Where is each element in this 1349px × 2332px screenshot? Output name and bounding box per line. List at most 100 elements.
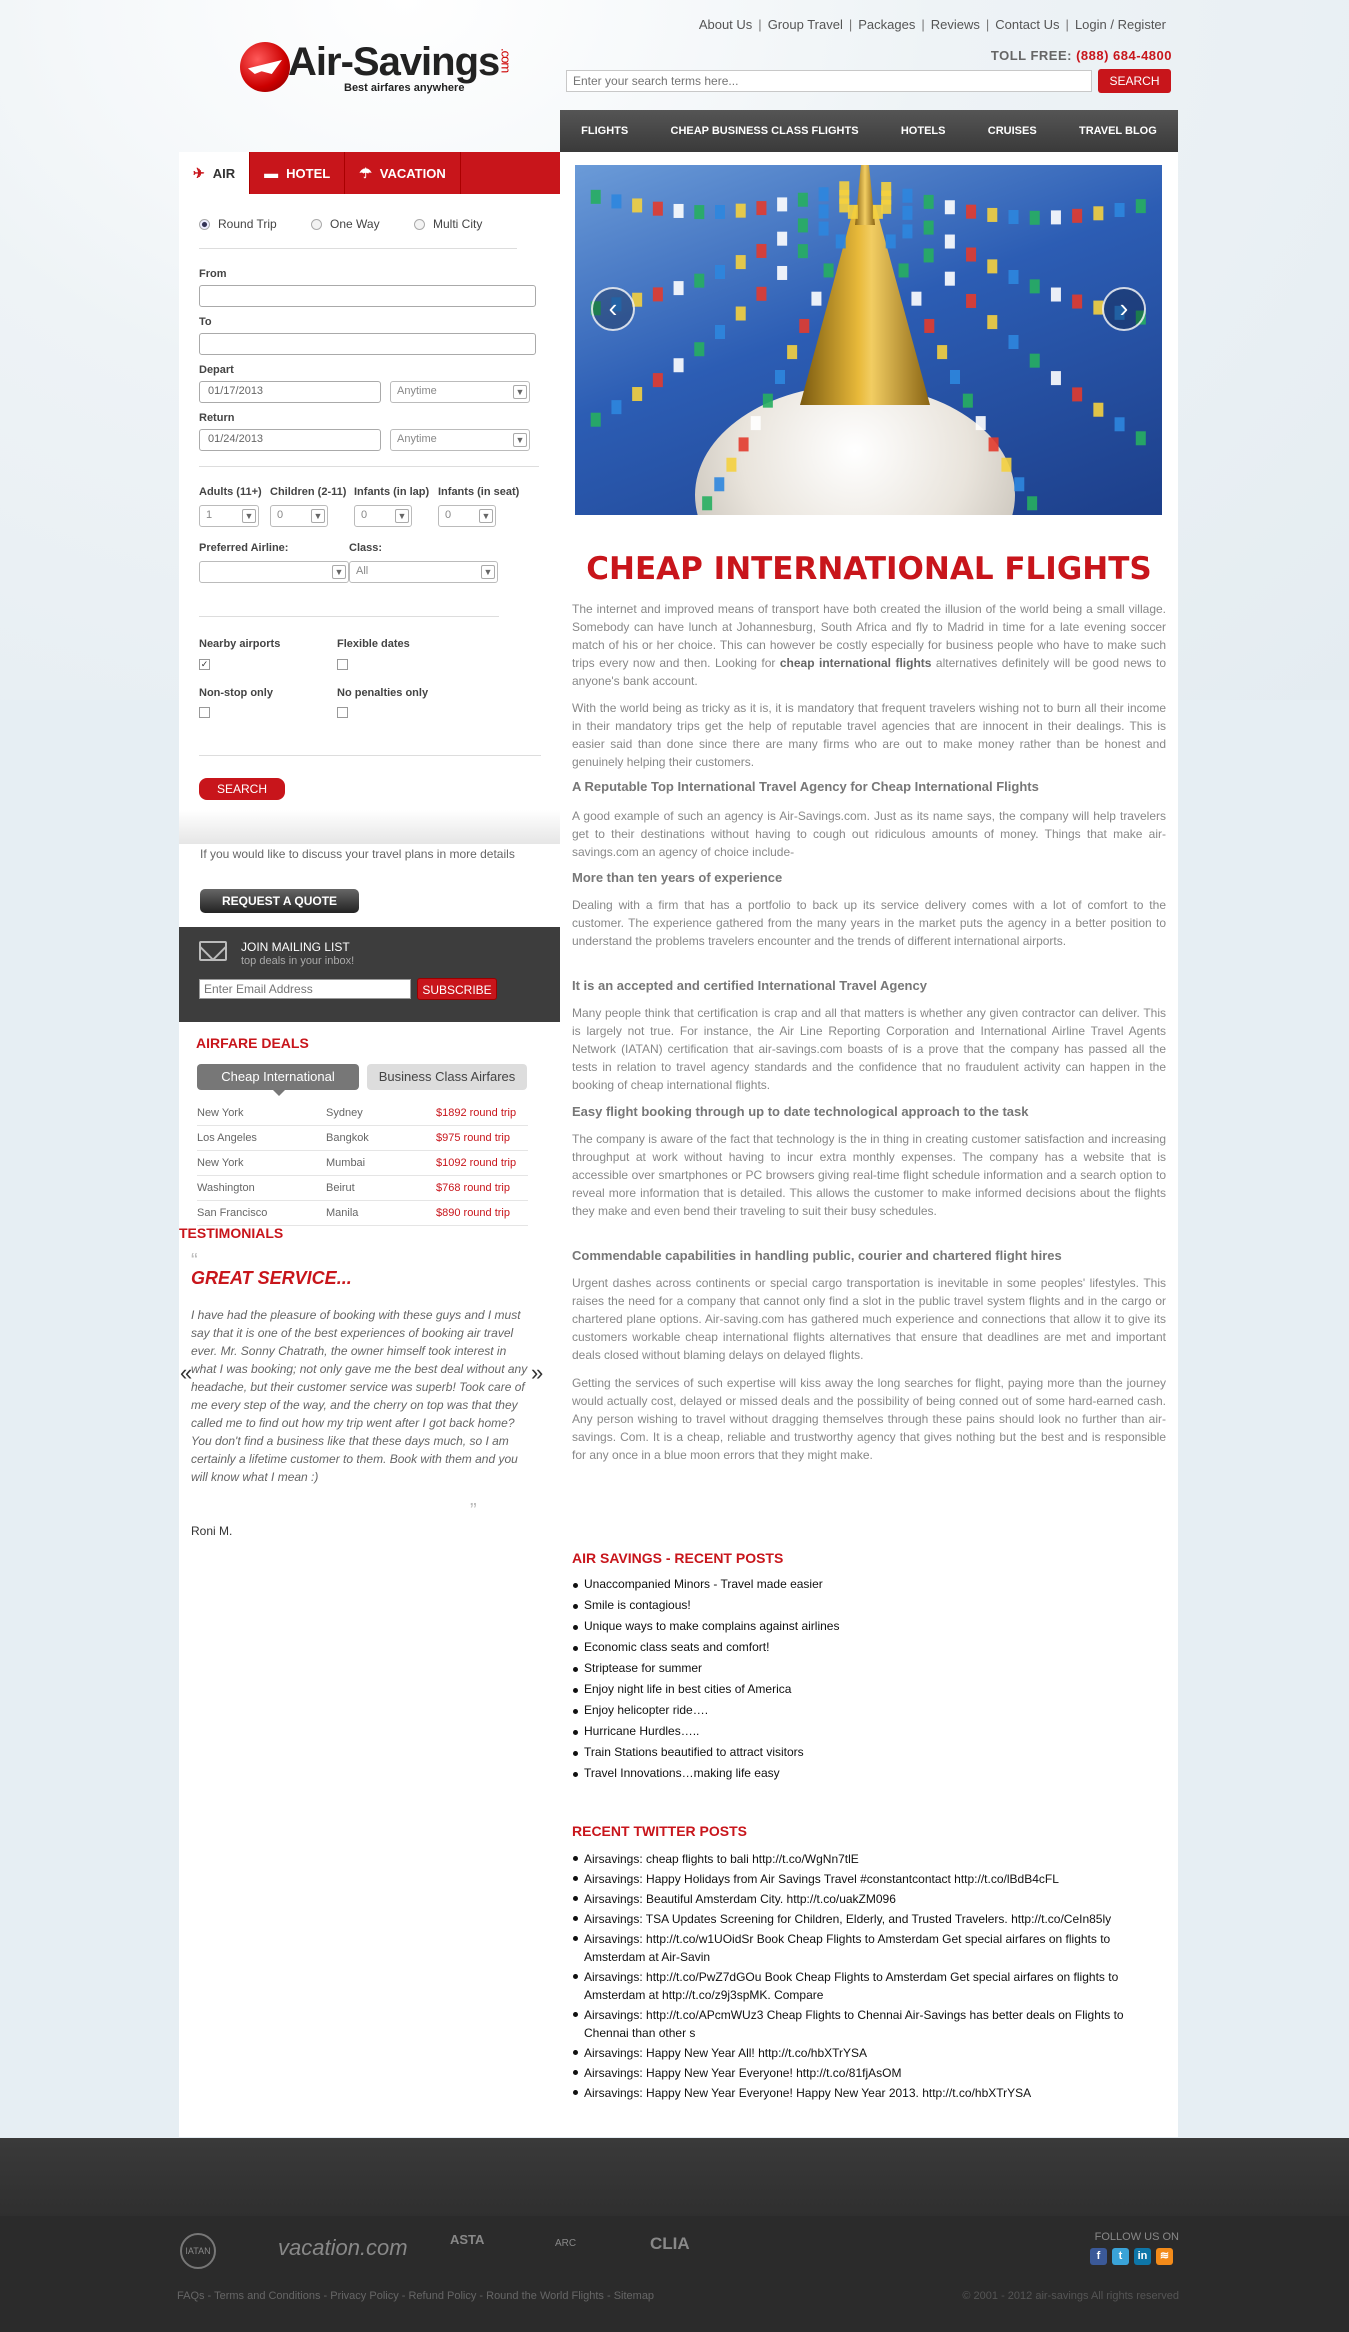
class-select[interactable]: All ▼ bbox=[349, 561, 498, 583]
post-link[interactable]: Smile is contagious! bbox=[572, 1598, 839, 1619]
nonstop-checkbox[interactable] bbox=[199, 707, 210, 718]
deal-row[interactable]: Washington Beirut $768 round trip bbox=[197, 1176, 528, 1201]
testimonial-next-icon[interactable]: » bbox=[531, 1360, 543, 1386]
article-heading: Easy flight booking through up to date t… bbox=[572, 1104, 1029, 1119]
post-link[interactable]: Train Stations beautified to attract vis… bbox=[572, 1745, 839, 1766]
tab-air[interactable]: ✈ AIR bbox=[179, 152, 251, 194]
deal-row[interactable]: New York Mumbai $1092 round trip bbox=[197, 1151, 528, 1176]
one-way-radio[interactable]: One Way bbox=[311, 217, 380, 231]
plane-icon: ✈ bbox=[193, 164, 205, 181]
return-date-field[interactable]: 01/24/2013 bbox=[199, 429, 381, 451]
logo-name: Air-Savings bbox=[288, 40, 500, 84]
article-heading: More than ten years of experience bbox=[572, 870, 783, 885]
chevron-down-icon: ▼ bbox=[481, 565, 495, 579]
multi-city-radio[interactable]: Multi City bbox=[414, 217, 482, 231]
nav-hotels[interactable]: HOTELS bbox=[901, 125, 946, 137]
adults-select[interactable]: 1 ▼ bbox=[199, 505, 259, 527]
tab-cheap-international[interactable]: Cheap International bbox=[197, 1064, 359, 1096]
adults-label: Adults (11+) bbox=[199, 486, 262, 498]
about-us-link[interactable]: About Us bbox=[699, 17, 752, 32]
flexible-checkbox[interactable] bbox=[337, 659, 348, 670]
mailing-title: JOIN MAILING LIST bbox=[241, 940, 350, 954]
contact-us-link[interactable]: Contact Us bbox=[995, 17, 1059, 32]
to-field[interactable] bbox=[199, 333, 536, 355]
email-input[interactable] bbox=[199, 979, 411, 999]
slide-prev-icon[interactable]: ‹ bbox=[591, 287, 635, 331]
nav-flights[interactable]: FLIGHTS bbox=[581, 125, 628, 137]
children-label: Children (2-11) bbox=[270, 486, 347, 498]
recent-posts-list: Unaccompanied Minors - Travel made easie… bbox=[572, 1577, 839, 1787]
depart-time-select[interactable]: Anytime ▼ bbox=[390, 381, 530, 403]
tweet[interactable]: Airsavings: http://t.co/PwZ7dGOu Book Ch… bbox=[573, 1968, 1154, 2004]
article-paragraph: Urgent dashes across continents or speci… bbox=[572, 1276, 1166, 1362]
infants-seat-select[interactable]: 0 ▼ bbox=[438, 505, 496, 527]
testimonials-title: TESTIMONIALS bbox=[179, 1225, 284, 1241]
logo-com: .com bbox=[498, 48, 514, 73]
from-field[interactable] bbox=[199, 285, 536, 307]
nav-business-class[interactable]: CHEAP BUSINESS CLASS FLIGHTS bbox=[671, 125, 859, 137]
divider bbox=[199, 616, 499, 617]
infants-lap-select[interactable]: 0 ▼ bbox=[354, 505, 412, 527]
nopenalty-checkbox[interactable] bbox=[337, 707, 348, 718]
footer: IATAN vacation.com ASTA ARC CLIA FOLLOW … bbox=[0, 2138, 1349, 2332]
article-paragraph: Getting the services of such expertise w… bbox=[572, 1376, 1166, 1462]
post-link[interactable]: Striptease for summer bbox=[572, 1661, 839, 1682]
post-link[interactable]: Unique ways to make complains against ai… bbox=[572, 1619, 839, 1640]
post-link[interactable]: Economic class seats and comfort! bbox=[572, 1640, 839, 1661]
copyright: © 2001 - 2012 air-savings All rights res… bbox=[962, 2290, 1179, 2302]
packages-link[interactable]: Packages bbox=[858, 17, 915, 32]
post-link[interactable]: Enjoy night life in best cities of Ameri… bbox=[572, 1682, 839, 1703]
follow-us-label: FOLLOW US ON bbox=[1094, 2231, 1179, 2243]
children-select[interactable]: 0 ▼ bbox=[270, 505, 328, 527]
tab-business-class[interactable]: Business Class Airfares bbox=[367, 1064, 527, 1090]
nav-cruises[interactable]: CRUISES bbox=[988, 125, 1037, 137]
tweet[interactable]: Airsavings: Happy New Year Everyone! htt… bbox=[573, 2064, 1154, 2082]
reviews-link[interactable]: Reviews bbox=[931, 17, 980, 32]
tweet[interactable]: Airsavings: cheap flights to bali http:/… bbox=[573, 1850, 1154, 1868]
tab-vacation[interactable]: ☂ VACATION bbox=[345, 152, 461, 194]
return-time-select[interactable]: Anytime ▼ bbox=[390, 429, 530, 451]
tweet[interactable]: Airsavings: TSA Updates Screening for Ch… bbox=[573, 1910, 1154, 1928]
deal-row[interactable]: San Francisco Manila $890 round trip bbox=[197, 1201, 528, 1226]
nav-travel-blog[interactable]: TRAVEL BLOG bbox=[1079, 125, 1157, 137]
testimonial-prev-icon[interactable]: « bbox=[180, 1360, 192, 1386]
nearby-label: Nearby airports bbox=[199, 638, 281, 650]
request-quote-button[interactable]: REQUEST A QUOTE bbox=[200, 889, 359, 913]
quote-text: If you would like to discuss your travel… bbox=[200, 847, 515, 861]
nearby-checkbox[interactable]: ✓ bbox=[199, 659, 210, 670]
toll-free-number[interactable]: (888) 684-4800 bbox=[1076, 48, 1172, 63]
tab-hotel[interactable]: ▬ HOTEL bbox=[250, 152, 346, 194]
site-search-button[interactable]: SEARCH bbox=[1098, 69, 1171, 93]
post-link[interactable]: Travel Innovations…making life easy bbox=[572, 1766, 839, 1787]
tweet[interactable]: Airsavings: http://t.co/APcmWUz3 Cheap F… bbox=[573, 2006, 1154, 2042]
depart-date-field[interactable]: 01/17/2013 bbox=[199, 381, 381, 403]
prayer-flags-image bbox=[590, 181, 1146, 511]
site-search-input[interactable] bbox=[566, 70, 1092, 92]
deal-row[interactable]: Los Angeles Bangkok $975 round trip bbox=[197, 1126, 528, 1151]
facebook-icon[interactable]: f bbox=[1090, 2248, 1107, 2265]
rss-icon[interactable]: ≋ bbox=[1156, 2248, 1173, 2265]
tweet[interactable]: Airsavings: http://t.co/w1UOidSr Book Ch… bbox=[573, 1930, 1154, 1966]
tweet[interactable]: Airsavings: Happy New Year Everyone! Hap… bbox=[573, 2084, 1154, 2102]
footer-links[interactable]: FAQs - Terms and Conditions - Privacy Po… bbox=[177, 2290, 654, 2302]
deal-row[interactable]: New York Sydney $1892 round trip bbox=[197, 1101, 528, 1126]
nonstop-label: Non-stop only bbox=[199, 687, 273, 699]
airline-select[interactable]: ▼ bbox=[199, 561, 349, 583]
iatan-logo: IATAN bbox=[180, 2233, 216, 2269]
group-travel-link[interactable]: Group Travel bbox=[768, 17, 843, 32]
subscribe-button[interactable]: SUBSCRIBE bbox=[417, 978, 497, 1000]
tweet[interactable]: Airsavings: Beautiful Amsterdam City. ht… bbox=[573, 1890, 1154, 1908]
login-register-link[interactable]: Login / Register bbox=[1075, 17, 1166, 32]
post-link[interactable]: Unaccompanied Minors - Travel made easie… bbox=[572, 1577, 839, 1598]
twitter-icon[interactable]: t bbox=[1112, 2248, 1129, 2265]
round-trip-radio[interactable]: Round Trip bbox=[199, 217, 277, 231]
tweet[interactable]: Airsavings: Happy New Year All! http://t… bbox=[573, 2044, 1154, 2062]
linkedin-icon[interactable]: in bbox=[1134, 2248, 1151, 2265]
post-link[interactable]: Hurricane Hurdles….. bbox=[572, 1724, 839, 1745]
article-heading: A Reputable Top International Travel Age… bbox=[572, 779, 1039, 794]
slide-next-icon[interactable]: › bbox=[1102, 287, 1146, 331]
post-link[interactable]: Enjoy helicopter ride…. bbox=[572, 1703, 839, 1724]
booking-search-button[interactable]: SEARCH bbox=[199, 778, 285, 800]
tweet[interactable]: Airsavings: Happy Holidays from Air Savi… bbox=[573, 1870, 1154, 1888]
site-logo[interactable]: Air-Savings .com Best airfares anywhere bbox=[240, 40, 513, 100]
